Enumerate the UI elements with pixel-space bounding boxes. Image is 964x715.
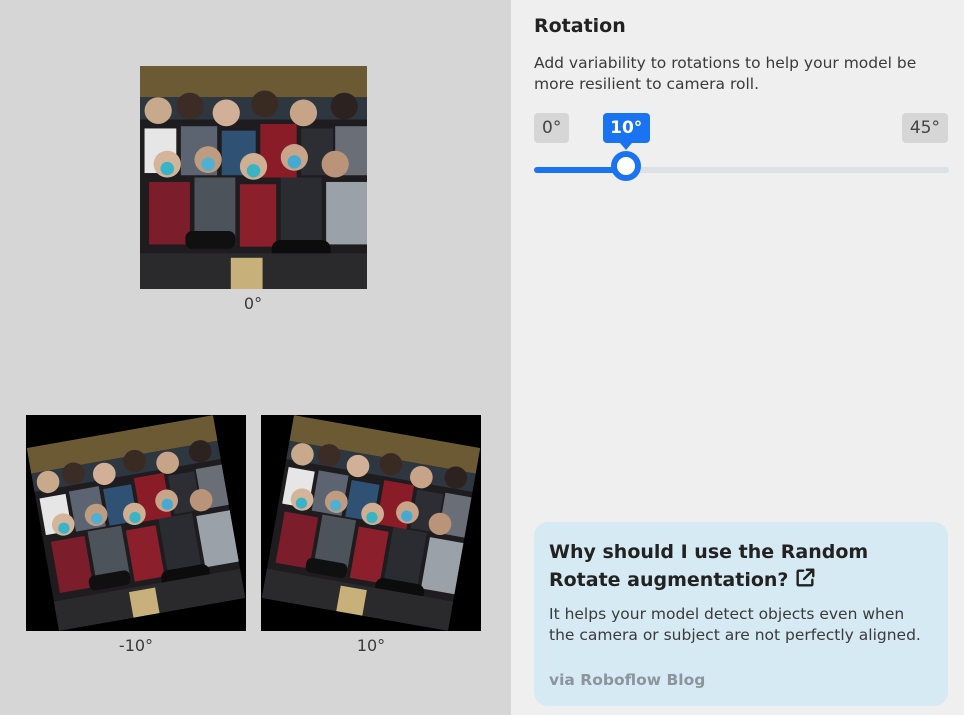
slider-max-label: 45° [901,113,948,143]
rotation-slider-handle[interactable] [611,151,642,181]
info-title[interactable]: Why should I use the Random Rotate augme… [549,538,909,597]
external-link-icon[interactable] [794,567,816,597]
preview-image-rotated-positive [261,415,481,631]
slider-min-label: 0° [534,113,570,143]
preview-image-original [140,66,367,289]
preview-panel: 0° -10° 10° [0,0,511,715]
rotation-slider-track[interactable] [534,167,949,173]
section-description: Add variability to rotations to help you… [534,54,917,93]
preview-caption: -10° [118,636,154,655]
info-body: It helps your model detect objects even … [549,605,921,644]
info-card: Why should I use the Random Rotate augme… [534,522,948,706]
rotation-settings-panel: Rotation Add variability to rotations to… [511,0,964,715]
info-source: via Roboflow Blog [549,671,706,689]
preview-caption: 0° [243,294,263,313]
section-title: Rotation [534,15,626,37]
preview-caption: 10° [356,636,386,655]
info-title-text[interactable]: Why should I use the Random Rotate augme… [549,541,868,591]
preview-image-rotated-negative [26,415,246,631]
slider-value-badge: 10° [602,113,650,150]
